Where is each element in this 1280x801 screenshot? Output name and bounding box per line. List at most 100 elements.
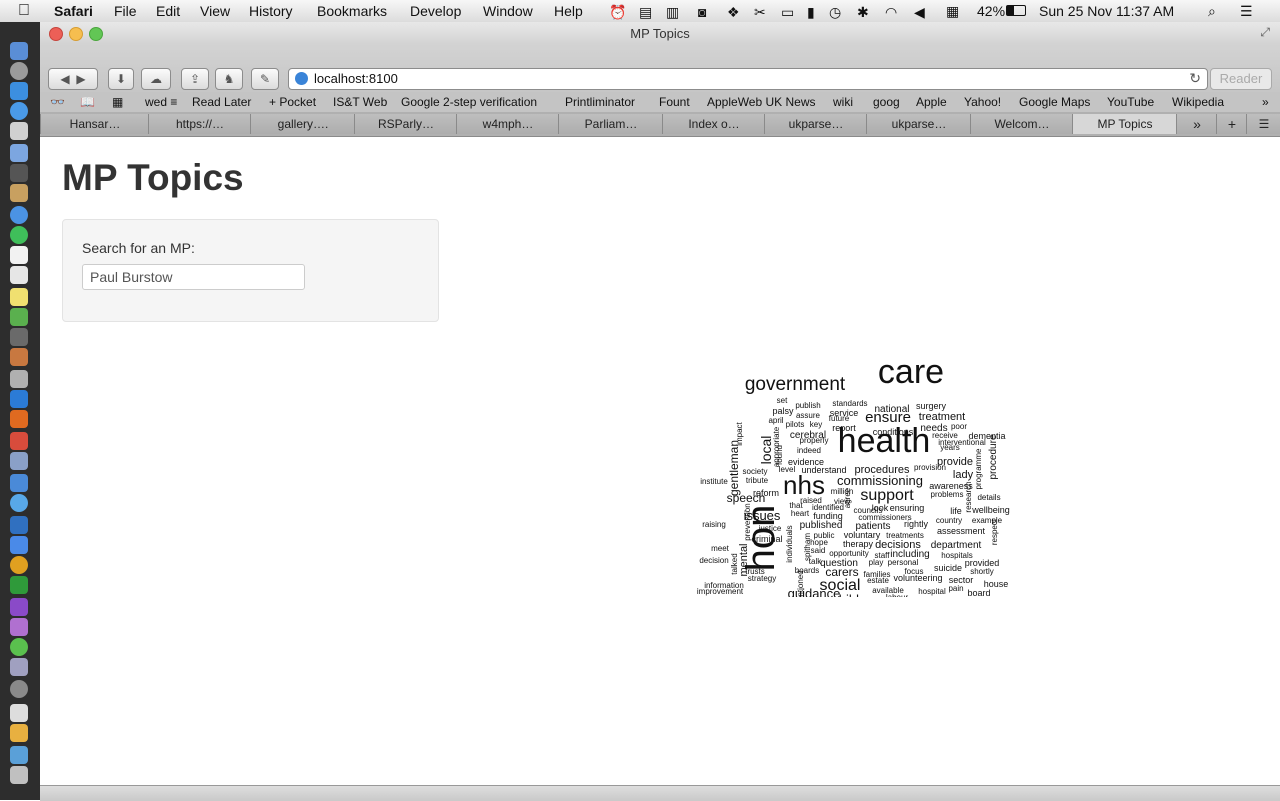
evernote-icon[interactable]: [10, 308, 28, 326]
tab[interactable]: ukparse…: [866, 114, 971, 134]
bookmark-item[interactable]: wiki: [833, 95, 853, 109]
drive-icon[interactable]: ▭: [781, 4, 794, 21]
bookmarks-overflow-icon[interactable]: »: [1262, 95, 1269, 109]
app-store-icon[interactable]: [10, 82, 28, 100]
bookmark-item[interactable]: Google 2-step verification: [401, 95, 537, 109]
browser-icon[interactable]: [10, 536, 28, 554]
battery-percent[interactable]: 42%: [977, 3, 1005, 19]
bookmark-item[interactable]: Read Later: [192, 95, 251, 109]
notification-center-icon[interactable]: ☰: [1240, 3, 1253, 20]
new-tab-button[interactable]: +: [1216, 114, 1247, 134]
back-forward-buttons[interactable]: ◀ ▶: [48, 68, 98, 90]
top-sites-icon[interactable]: ▦: [112, 95, 123, 109]
menu-history[interactable]: History: [249, 3, 293, 19]
textedit-icon[interactable]: [10, 266, 28, 284]
tab-view-icon[interactable]: ☰: [1246, 114, 1280, 134]
bookmark-item[interactable]: Wikipedia: [1172, 95, 1224, 109]
bookmark-item[interactable]: AppleWeb UK News: [707, 95, 816, 109]
url-text[interactable]: localhost:8100: [314, 71, 398, 86]
bookmark-item[interactable]: IS&T Web: [333, 95, 387, 109]
wifi-icon[interactable]: ◠: [885, 4, 897, 21]
tab[interactable]: gallery….: [250, 114, 355, 134]
tab[interactable]: Index o…: [662, 114, 765, 134]
battery-app-icon[interactable]: ▮: [807, 4, 815, 21]
bookmark-item[interactable]: Fount: [659, 95, 690, 109]
volume-icon[interactable]: ◀: [914, 4, 925, 21]
tab[interactable]: Hansar…: [40, 114, 149, 134]
tab[interactable]: RSParly…: [354, 114, 457, 134]
messages-icon[interactable]: [10, 494, 28, 512]
menu-develop[interactable]: Develop: [410, 3, 461, 19]
folder-icon[interactable]: [10, 746, 28, 764]
app-menu[interactable]: Safari: [54, 3, 93, 19]
tab[interactable]: Parliam…: [558, 114, 663, 134]
menu-bookmarks[interactable]: Bookmarks: [317, 3, 387, 19]
bookmark-item[interactable]: wed ≡: [145, 95, 177, 109]
menu-file[interactable]: File: [114, 3, 137, 19]
tab[interactable]: Welcom…: [970, 114, 1073, 134]
icloud-tabs-button[interactable]: ☁: [141, 68, 171, 90]
r-icon[interactable]: [10, 680, 28, 698]
launchpad-icon[interactable]: [10, 62, 28, 80]
photos-icon[interactable]: [10, 348, 28, 366]
menu-window[interactable]: Window: [483, 3, 533, 19]
itunes-icon[interactable]: [10, 206, 28, 224]
spotify-icon[interactable]: [10, 226, 28, 244]
mp-search-input[interactable]: [82, 264, 305, 290]
mail-icon[interactable]: [10, 144, 28, 162]
address-bar[interactable]: localhost:8100 ↻: [288, 68, 1208, 90]
tab-active[interactable]: MP Topics: [1072, 114, 1177, 134]
bookmark-item[interactable]: Yahoo!: [964, 95, 1001, 109]
camera-app-icon[interactable]: [10, 164, 28, 182]
menu-edit[interactable]: Edit: [156, 3, 180, 19]
bluetooth-icon[interactable]: ✱: [857, 4, 869, 21]
calendar-icon[interactable]: [10, 246, 28, 264]
app-icon[interactable]: [10, 618, 28, 636]
bookmark-item[interactable]: Printliminator: [565, 95, 635, 109]
notes-icon[interactable]: ▤: [639, 4, 652, 21]
finder-icon[interactable]: [10, 42, 28, 60]
utility-icon[interactable]: [10, 658, 28, 676]
documents-icon[interactable]: [10, 704, 28, 722]
reload-icon[interactable]: ↻: [1189, 70, 1201, 87]
bookmark-item[interactable]: YouTube: [1107, 95, 1154, 109]
back-icon[interactable]: ◀: [60, 72, 69, 86]
pdf-icon[interactable]: [10, 432, 28, 450]
safari-icon[interactable]: [10, 102, 28, 120]
settings-button[interactable]: ✎: [251, 68, 279, 90]
terminal-icon[interactable]: [10, 328, 28, 346]
bookmark-item[interactable]: + Pocket: [269, 95, 316, 109]
powerpoint-icon[interactable]: [10, 410, 28, 428]
word-icon[interactable]: [10, 390, 28, 408]
clock[interactable]: Sun 25 Nov 11:37 AM: [1039, 3, 1174, 19]
tab[interactable]: ukparse…: [764, 114, 867, 134]
tabs-overflow-icon[interactable]: »: [1176, 114, 1217, 134]
chrome-icon[interactable]: [10, 556, 28, 574]
contacts-icon[interactable]: [10, 184, 28, 202]
fullscreen-icon[interactable]: ⤢: [1260, 25, 1270, 40]
downloads-button[interactable]: ⬇: [108, 68, 134, 90]
apple-menu-icon[interactable]: : [18, 2, 30, 20]
xcode-icon[interactable]: [10, 474, 28, 492]
trash-icon[interactable]: [10, 766, 28, 784]
menu-view[interactable]: View: [200, 3, 230, 19]
stickies-icon[interactable]: [10, 288, 28, 306]
downloads-icon[interactable]: [10, 724, 28, 742]
instruments-icon[interactable]: [10, 516, 28, 534]
tools-icon[interactable]: ✂: [754, 4, 766, 21]
excel-icon[interactable]: [10, 576, 28, 594]
forward-icon[interactable]: ▶: [76, 72, 85, 86]
alarm-icon[interactable]: ⏰: [609, 4, 626, 21]
preview-icon[interactable]: [10, 122, 28, 140]
spotlight-icon[interactable]: ⌕: [1208, 3, 1216, 20]
timemachine-icon[interactable]: ◷: [829, 4, 841, 21]
bookmark-item[interactable]: Google Maps: [1019, 95, 1090, 109]
evernote-button[interactable]: ♞: [215, 68, 243, 90]
bookmark-item[interactable]: Apple: [916, 95, 947, 109]
tab[interactable]: w4mph…: [456, 114, 559, 134]
share-button[interactable]: ⇪: [181, 68, 209, 90]
camera-icon[interactable]: ◙: [698, 4, 706, 20]
dropbox-icon[interactable]: ❖: [727, 4, 740, 21]
bookmark-item[interactable]: goog: [873, 95, 900, 109]
onenote-icon[interactable]: [10, 598, 28, 616]
